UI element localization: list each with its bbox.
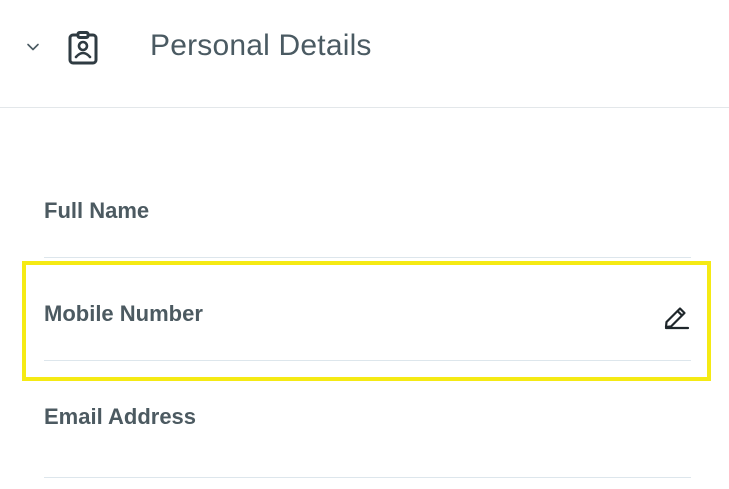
- section-title: Personal Details: [150, 29, 372, 62]
- personal-details-panel: Personal Details Full Name Mobile Number…: [0, 0, 729, 489]
- id-badge-icon: [68, 31, 98, 65]
- field-label-email-address: Email Address: [44, 404, 197, 429]
- chevron-down-icon[interactable]: [26, 40, 40, 54]
- field-row-email-address[interactable]: Email Address: [44, 386, 691, 478]
- field-label-full-name: Full Name: [44, 198, 150, 223]
- field-label-mobile-number: Mobile Number: [44, 301, 203, 326]
- section-header[interactable]: Personal Details: [0, 0, 729, 108]
- field-row-mobile-number[interactable]: Mobile Number: [44, 282, 691, 361]
- field-row-full-name[interactable]: Full Name: [44, 180, 691, 258]
- pencil-icon[interactable]: [661, 302, 691, 332]
